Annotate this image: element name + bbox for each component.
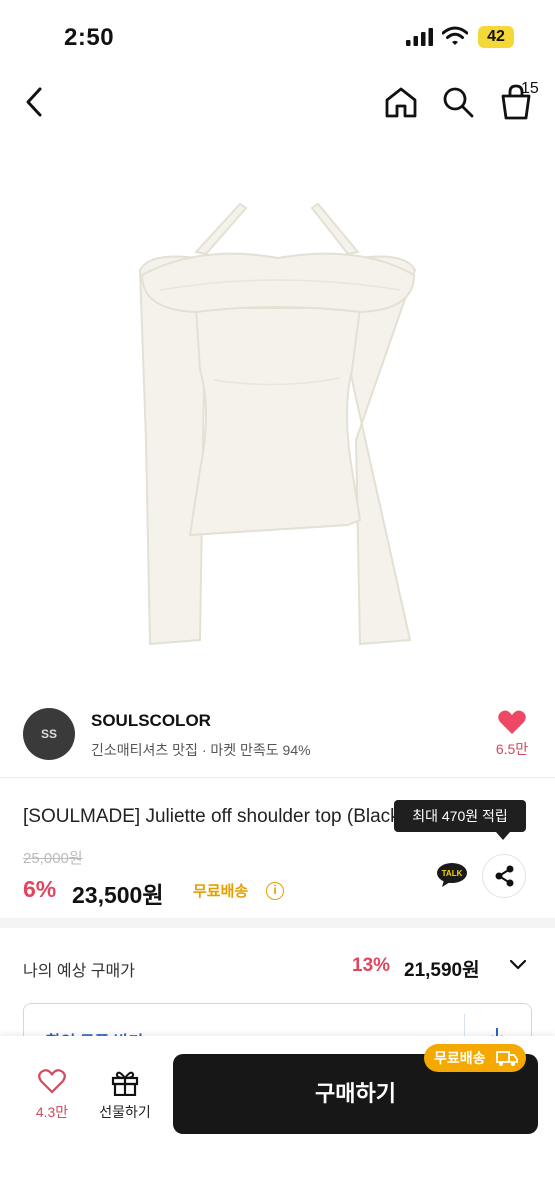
gift-button[interactable]: 선물하기 [90,1068,160,1128]
status-bar: 2:50 42 [0,0,555,70]
top-navigation [0,72,555,132]
store-description: 긴소매티셔츠 맛집 · 마켓 만족도 94% [91,742,311,758]
gift-icon [111,1071,139,1096]
status-time: 2:50 [64,24,115,51]
info-icon[interactable]: i [266,882,284,900]
search-icon[interactable] [440,84,476,120]
talk-label: TALK [442,869,463,878]
chevron-left-icon[interactable] [20,84,50,120]
kakao-talk-icon[interactable]: TALK [436,862,468,888]
section-divider [0,918,555,928]
sale-price: 23,500원 [72,882,164,908]
bottom-action-bar: 4.3만 선물하기 구매하기 무료배송 [0,1036,555,1200]
divider [0,777,555,778]
store-like-count: 6.5만 [495,741,529,757]
heart-icon[interactable] [497,708,527,736]
share-button[interactable] [482,854,526,898]
favorite-button[interactable]: 4.3만 [22,1068,82,1128]
points-tooltip: 최대 470원 적립 [394,800,526,840]
discount-rate: 6% [23,876,57,902]
truck-icon [496,1051,518,1066]
store-section[interactable]: SS SOULSCOLOR 긴소매티셔츠 맛집 · 마켓 만족도 94% 6.5… [0,700,555,776]
cellular-signal-icon [406,28,433,46]
expected-price-value: 21,590원 [404,960,480,981]
store-name[interactable]: SOULSCOLOR [91,711,211,731]
expected-price-label: 나의 예상 구매가 [23,963,135,980]
wifi-icon [442,26,468,45]
home-icon[interactable] [383,85,419,119]
free-shipping-label: 무료배송 [193,883,249,900]
gift-label: 선물하기 [99,1104,151,1120]
cart-count-badge: 15 [521,80,539,97]
original-price: 25,000원 [23,850,83,867]
heart-outline-icon [38,1069,66,1094]
free-shipping-badge-label: 무료배송 [434,1050,486,1066]
battery-indicator: 42 [478,26,514,48]
store-logo[interactable]: SS [23,708,75,760]
favorite-count: 4.3만 [35,1104,69,1120]
chevron-down-icon[interactable] [508,957,528,973]
share-icon [495,865,514,887]
product-image[interactable] [0,140,555,695]
expected-price-row[interactable]: 나의 예상 구매가 13% 21,590원 [0,940,555,992]
expected-discount: 13% [352,955,391,976]
product-title: [SOULMADE] Juliette off shoulder top (Bl… [23,806,406,827]
